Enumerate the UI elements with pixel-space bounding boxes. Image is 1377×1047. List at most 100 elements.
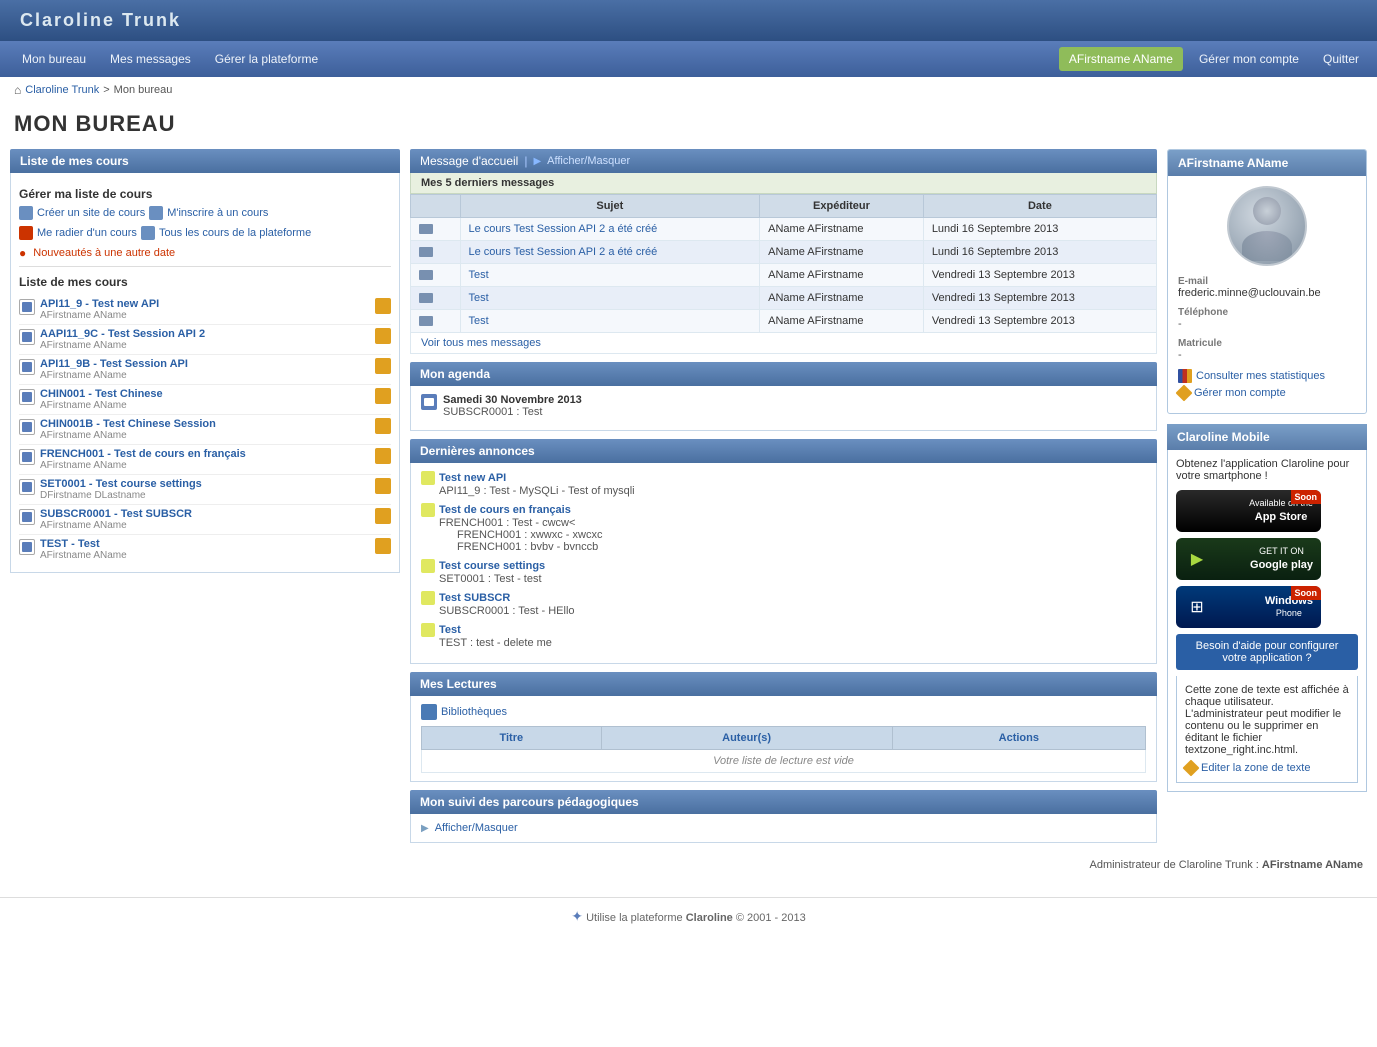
appstore-badge[interactable]: Available on the App Store Soon — [1176, 490, 1321, 532]
list-item: Test SUBSCR SUBSCR0001 : Test - HEllo — [421, 591, 1146, 617]
right-panel-body: E-mail frederic.minne@uclouvain.be Télép… — [1168, 176, 1366, 413]
course-icon-6 — [19, 479, 35, 495]
msg-subject-4[interactable]: Test — [469, 315, 489, 327]
stats-link[interactable]: Consulter mes statistiques — [1178, 369, 1356, 383]
stats-icon — [1178, 369, 1192, 383]
msg-subject-0[interactable]: Le cours Test Session API 2 a été créé — [469, 223, 658, 235]
course-tool-icon-4[interactable] — [375, 418, 391, 434]
course-name-0[interactable]: API11_9 - Test new API — [40, 298, 159, 310]
create-course-link[interactable]: Créer un site de cours — [37, 206, 145, 220]
annonce-icon-1 — [421, 503, 435, 517]
right-panel-header: AFirstname AName — [1168, 150, 1366, 176]
course-name-5[interactable]: FRENCH001 - Test de cours en français — [40, 448, 246, 460]
parcours-toggle-link[interactable]: Afficher/Masquer — [435, 822, 518, 834]
avatar — [1227, 186, 1307, 266]
msg-icon-3 — [419, 293, 433, 303]
ios-icon — [1184, 498, 1210, 524]
quit-link[interactable]: Quitter — [1315, 47, 1367, 71]
breadcrumb-claroline[interactable]: Claroline Trunk — [25, 84, 99, 96]
nav-item-gerer-plateforme[interactable]: Gérer la plateforme — [203, 44, 330, 74]
annonce-title-1[interactable]: Test de cours en français — [421, 503, 1146, 517]
course-icon-0 — [19, 299, 35, 315]
annonce-title-4[interactable]: Test — [421, 623, 1146, 637]
course-teacher-2: AFirstname AName — [40, 370, 188, 381]
manage-account-link[interactable]: Gérer mon compte — [1191, 47, 1307, 71]
msg-subject-3[interactable]: Test — [469, 292, 489, 304]
unsubscribe-icon — [19, 226, 33, 240]
messages-title-bar: Mes 5 derniers messages — [410, 173, 1157, 194]
telephone-field: Téléphone - — [1178, 307, 1356, 330]
android-icon: ▶ — [1184, 546, 1210, 572]
agenda-item: Samedi 30 Novembre 2013 SUBSCR0001 : Tes… — [421, 394, 1146, 418]
avatar-body — [1242, 231, 1292, 261]
bib-icon — [421, 704, 437, 720]
course-name-2[interactable]: API11_9B - Test Session API — [40, 358, 188, 370]
annonce-icon-2 — [421, 559, 435, 573]
msg-icon-2 — [419, 270, 433, 280]
course-tool-icon-7[interactable] — [375, 508, 391, 524]
course-tool-icon-3[interactable] — [375, 388, 391, 404]
account-link[interactable]: Gérer mon compte — [1178, 387, 1356, 399]
toggle-link[interactable]: Afficher/Masquer — [547, 155, 630, 167]
courses-container: API11_9 - Test new API AFirstname AName … — [19, 295, 391, 564]
course-name-1[interactable]: AAPI11_9C - Test Session API 2 — [40, 328, 205, 340]
annonce-title-2[interactable]: Test course settings — [421, 559, 1146, 573]
msg-subject-1[interactable]: Le cours Test Session API 2 a été créé — [469, 246, 658, 258]
course-name-3[interactable]: CHIN001 - Test Chinese — [40, 388, 163, 400]
msg-subject-2[interactable]: Test — [469, 269, 489, 281]
course-name-4[interactable]: CHIN001B - Test Chinese Session — [40, 418, 216, 430]
table-row: Le cours Test Session API 2 a été créé A… — [411, 218, 1157, 241]
table-row: Le cours Test Session API 2 a été créé A… — [411, 241, 1157, 264]
app-header: Claroline Trunk — [0, 0, 1377, 41]
new-date-link[interactable]: Nouveautés à une autre date — [33, 246, 175, 260]
subscribe-link[interactable]: M'inscrire à un cours — [167, 206, 268, 220]
see-all-messages-link[interactable]: Voir tous mes messages — [410, 333, 1157, 354]
course-tool-icon-6[interactable] — [375, 478, 391, 494]
page-title: MON BUREAU — [0, 103, 1377, 149]
course-tool-icon-8[interactable] — [375, 538, 391, 554]
annonce-title-3[interactable]: Test SUBSCR — [421, 591, 1146, 605]
course-name-6[interactable]: SET0001 - Test course settings — [40, 478, 202, 490]
course-tool-icon-2[interactable] — [375, 358, 391, 374]
course-tool-icon-0[interactable] — [375, 298, 391, 314]
parcours-body: ▶ Afficher/Masquer — [410, 814, 1157, 843]
all-courses-link[interactable]: Tous les cours de la plateforme — [159, 226, 311, 240]
course-tool-icon-5[interactable] — [375, 448, 391, 464]
annonce-detail: TEST : test - delete me — [421, 637, 1146, 649]
right-text-section: Cette zone de texte est affichée à chaqu… — [1176, 676, 1358, 783]
windowsphone-badge[interactable]: ⊞ Windows Phone Soon — [1176, 586, 1321, 628]
course-name-8[interactable]: TEST - Test — [40, 538, 127, 550]
nav-item-mes-messages[interactable]: Mes messages — [98, 44, 203, 74]
admin-name: AFirstname AName — [1262, 859, 1363, 871]
annonces-section: Dernières annonces Test new API API11_9 … — [410, 439, 1157, 664]
avatar-figure — [1237, 191, 1297, 261]
telephone-value: - — [1178, 318, 1356, 330]
googleplay-badge[interactable]: ▶ GET IT ON Google play — [1176, 538, 1321, 580]
edit-zone-icon — [1183, 760, 1200, 777]
col-subject — [411, 195, 461, 218]
home-icon: ⌂ — [14, 83, 21, 97]
list-item: Test new API API11_9 : Test - MySQLi - T… — [421, 471, 1146, 497]
avatar-container — [1178, 186, 1356, 266]
nav-item-mon-bureau[interactable]: Mon bureau — [10, 44, 98, 74]
help-button[interactable]: Besoin d'aide pour configurer votre appl… — [1176, 634, 1358, 670]
list-item: CHIN001 - Test Chinese AFirstname AName — [19, 385, 391, 415]
agenda-event: SUBSCR0001 : Test — [443, 406, 582, 418]
edit-zone-link[interactable]: Editer la zone de texte — [1185, 762, 1349, 774]
unsubscribe-link[interactable]: Me radier d'un cours — [37, 226, 137, 240]
annonce-title-0[interactable]: Test new API — [421, 471, 1146, 485]
course-name-7[interactable]: SUBSCR0001 - Test SUBSCR — [40, 508, 192, 520]
agenda-section: Mon agenda Samedi 30 Novembre 2013 SUBSC… — [410, 362, 1157, 431]
course-icon-1 — [19, 329, 35, 345]
nav-right: AFirstname AName Gérer mon compte Quitte… — [1059, 47, 1367, 71]
bibliotheques-link[interactable]: Bibliothèques — [421, 704, 1146, 720]
lectures-col-actions: Actions — [892, 727, 1145, 750]
course-icon-8 — [19, 539, 35, 555]
footer-text: Utilise la plateforme Claroline © 2001 -… — [586, 912, 806, 924]
appstore-soon: Soon — [1291, 490, 1322, 504]
avatar-head — [1253, 197, 1281, 225]
course-tool-icon-1[interactable] — [375, 328, 391, 344]
create-course-icon — [19, 206, 33, 220]
user-button[interactable]: AFirstname AName — [1059, 47, 1183, 71]
right-panel: AFirstname AName E-mail frederic.minne@u… — [1167, 149, 1367, 414]
